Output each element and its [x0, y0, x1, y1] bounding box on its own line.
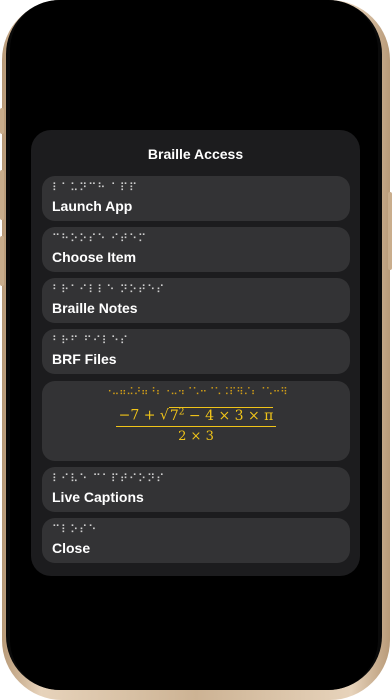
- menu-item-close[interactable]: ⠉⠇⠕⠎⠑ Close: [42, 518, 350, 563]
- braille-text: ⠉⠓⠕⠕⠎⠑ ⠊⠞⠑⠍: [52, 232, 148, 245]
- volume-up-button: [0, 170, 4, 220]
- volume-down-button: [0, 236, 4, 286]
- braille-text: ⠇⠊⠧⠑ ⠉⠁⠏⠞⠊⠕⠝⠎: [52, 472, 166, 485]
- formula-denominator: 2 × 3: [178, 428, 214, 444]
- square-root-symbol: √: [159, 407, 169, 424]
- side-button: [388, 192, 392, 270]
- menu-item-launch-app[interactable]: ⠇⠁⠥⠝⠉⠓ ⠁⠏⠏ Launch App: [42, 176, 350, 221]
- menu-item-label: Braille Notes: [52, 300, 138, 316]
- menu-item-label: Launch App: [52, 198, 133, 214]
- formula-numerator: −7 + √72 − 4 × 3 × π: [115, 406, 277, 427]
- braille-access-menu: Braille Access ⠇⠁⠥⠝⠉⠓ ⠁⠏⠏ Launch App ⠉⠓⠕…: [31, 130, 360, 576]
- braille-text: ⠃⠗⠋ ⠋⠊⠇⠑⠎: [52, 334, 129, 347]
- menu-item-live-captions[interactable]: ⠇⠊⠧⠑ ⠉⠁⠏⠞⠊⠕⠝⠎ Live Captions: [42, 467, 350, 512]
- menu-item-label: Live Captions: [52, 489, 144, 505]
- formula-radicand: 72 − 4 × 3 × π: [168, 406, 274, 424]
- math-formula: −7 + √72 − 4 × 3 × π 2 × 3: [42, 406, 350, 444]
- menu-title: Braille Access: [147, 146, 244, 162]
- braille-text: ⠇⠁⠥⠝⠉⠓ ⠁⠏⠏: [52, 181, 139, 194]
- menu-item-choose-item[interactable]: ⠉⠓⠕⠕⠎⠑ ⠊⠞⠑⠍ Choose Item: [42, 227, 350, 272]
- menu-item-label: Close: [52, 540, 91, 556]
- nemeth-braille-text: ⠐⠤⠶⠬⠜⠶⠘⠆⠐⠤⠲⠈⠡⠒⠈⠡⠨⠏⠻⠌⠆⠈⠡⠒⠻: [104, 387, 288, 398]
- action-button: [0, 108, 4, 134]
- braille-text: ⠉⠇⠕⠎⠑: [52, 523, 98, 536]
- braille-text: ⠃⠗⠁⠊⠇⠇⠑ ⠝⠕⠞⠑⠎: [52, 283, 166, 296]
- menu-item-brf-files[interactable]: ⠃⠗⠋ ⠋⠊⠇⠑⠎ BRF Files: [42, 329, 350, 374]
- menu-item-braille-notes[interactable]: ⠃⠗⠁⠊⠇⠇⠑ ⠝⠕⠞⠑⠎ Braille Notes: [42, 278, 350, 323]
- menu-item-label: Choose Item: [52, 249, 137, 265]
- formula-fraction: −7 + √72 − 4 × 3 × π 2 × 3: [115, 406, 277, 444]
- menu-item-label: BRF Files: [52, 351, 117, 367]
- nemeth-math-item[interactable]: ⠐⠤⠶⠬⠜⠶⠘⠆⠐⠤⠲⠈⠡⠒⠈⠡⠨⠏⠻⠌⠆⠈⠡⠒⠻ −7 + √72 − 4 ×…: [42, 381, 350, 461]
